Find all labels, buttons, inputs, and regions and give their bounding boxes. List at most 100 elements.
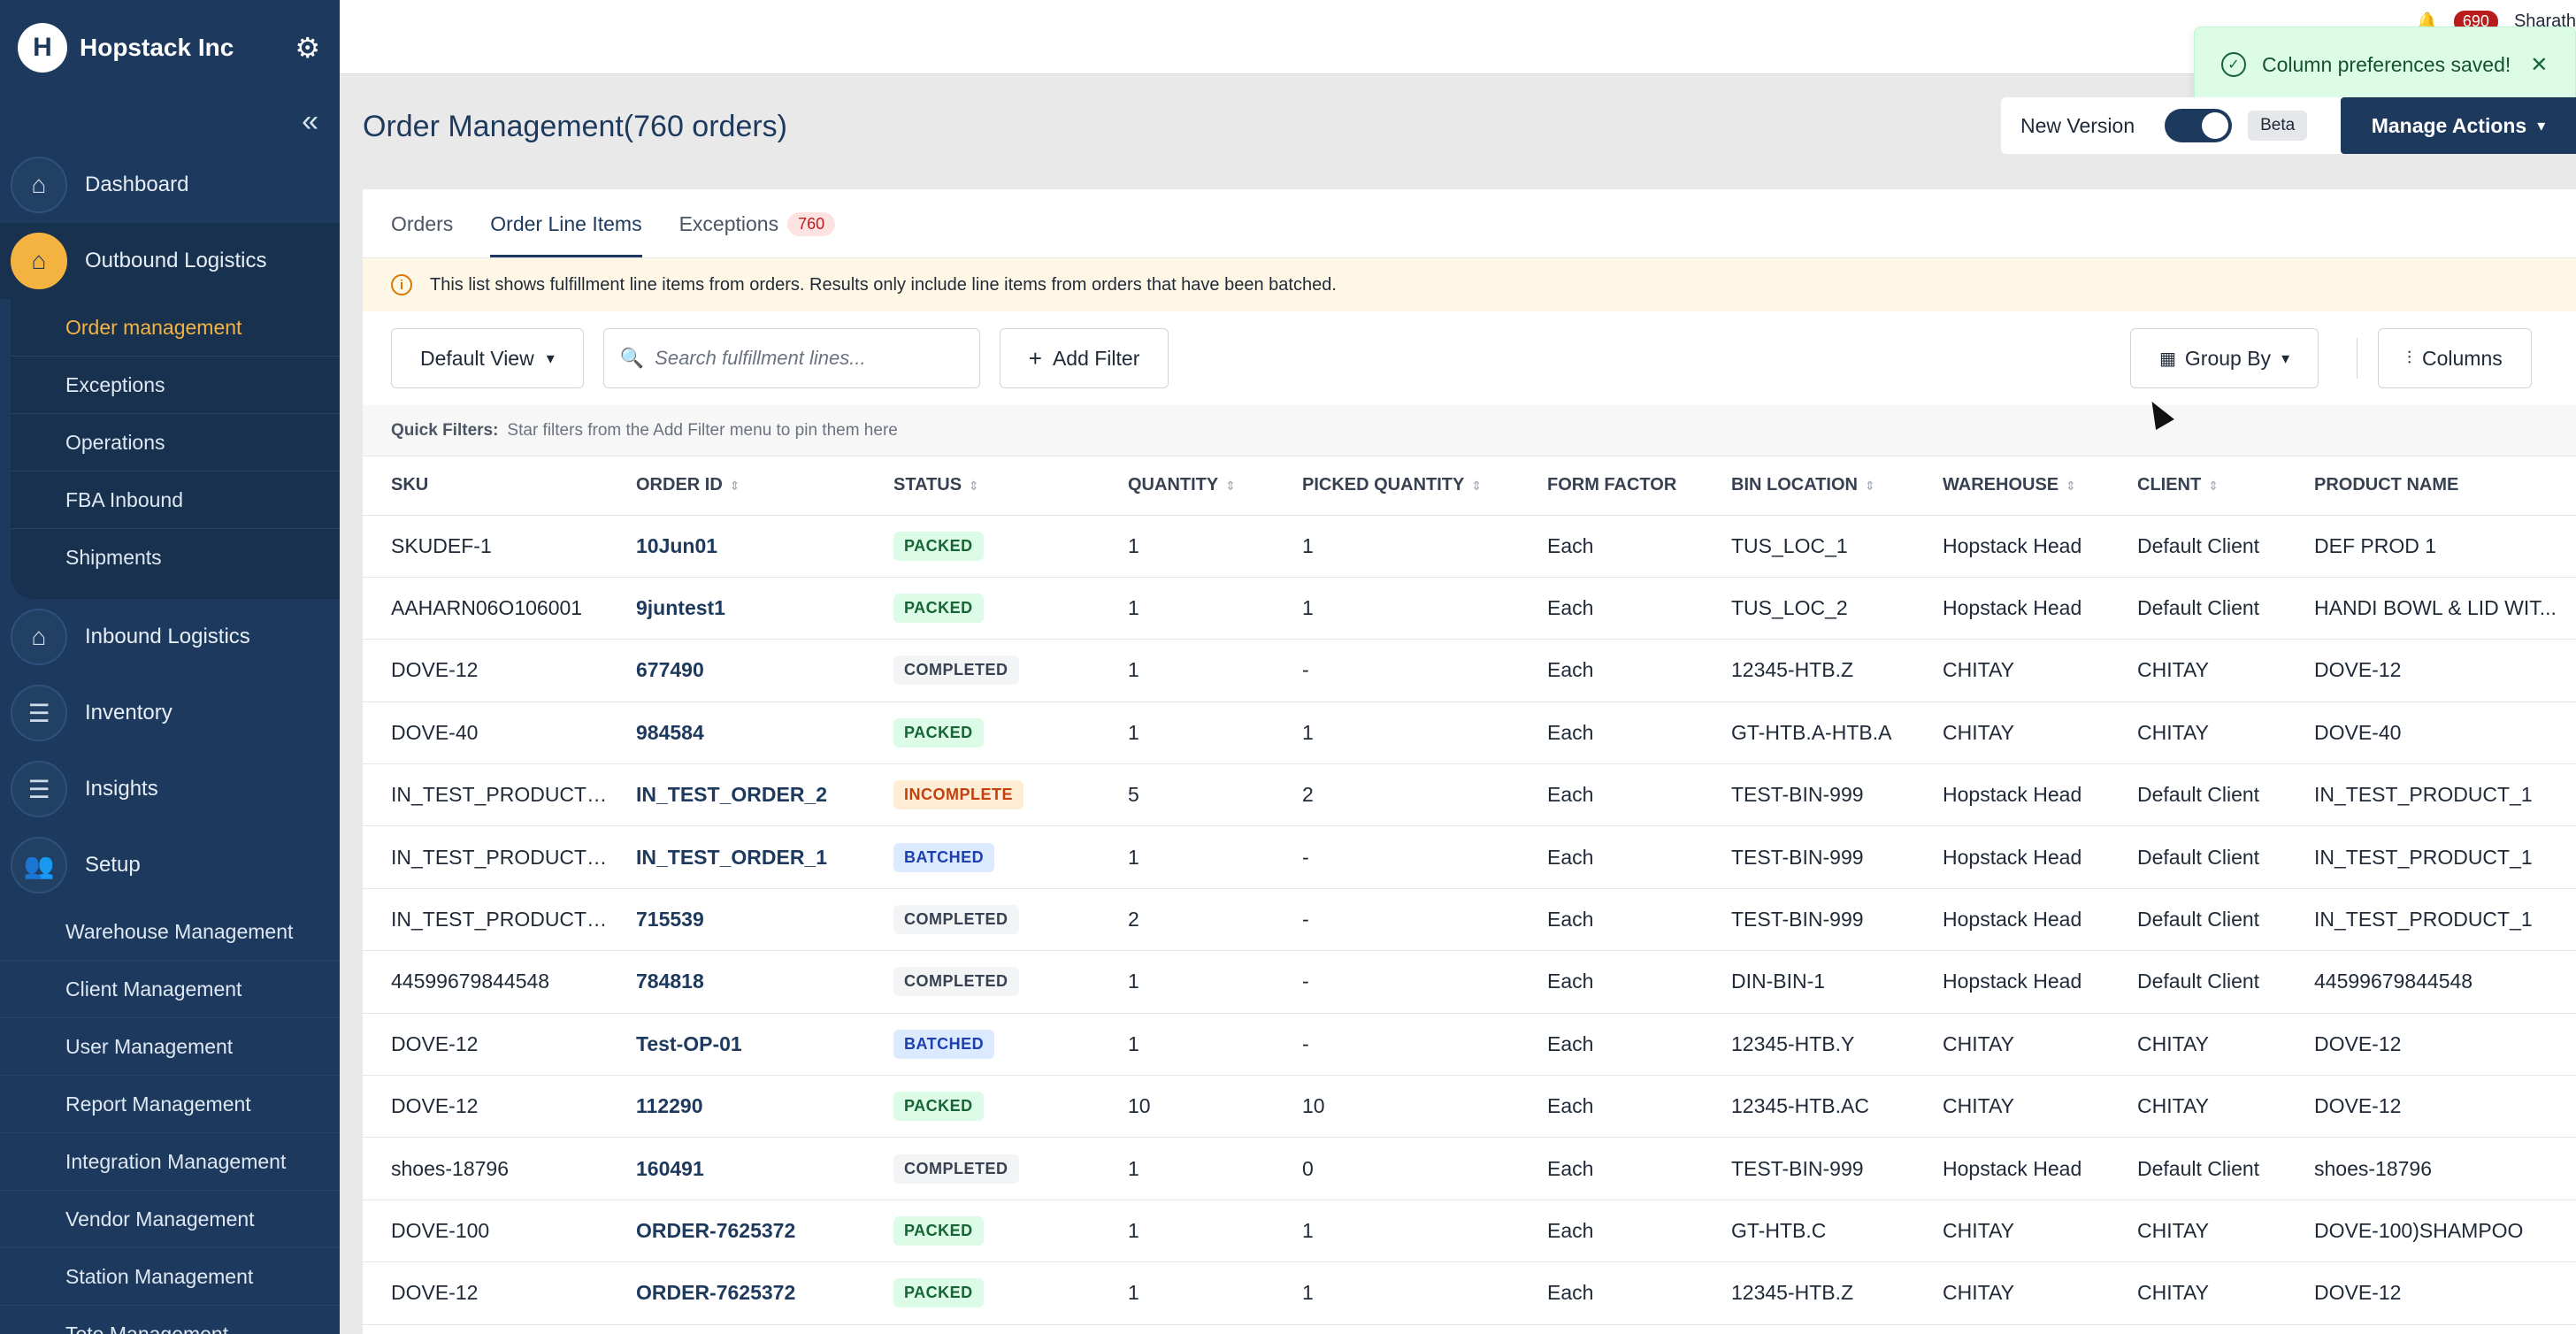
table-row[interactable]: shoes-18796 160491 COMPLETED 1 0 Each TEST-BIN… <box>363 1137 2576 1200</box>
tab-orders[interactable]: Orders <box>391 212 453 257</box>
add-filter-button[interactable]: + Add Filter <box>999 328 1169 388</box>
column-header[interactable]: STATUS ⇕ <box>865 456 1100 516</box>
table-row[interactable]: DOVE-12 ORDER-7625372 PACKED 1 1 Each 12345-HT… <box>363 1261 2576 1325</box>
manage-actions-button[interactable]: Manage Actions ▾ <box>2341 97 2576 154</box>
table-cell: Each <box>1519 702 1703 765</box>
table-row[interactable]: 44599679844548 784818 COMPLETED 1- Each DIN-B… <box>363 950 2576 1014</box>
columns-button[interactable]: ⫶ Columns <box>2378 328 2532 388</box>
table-cell[interactable]: 9juntest1 <box>608 577 865 640</box>
table-row[interactable]: IN_TEST_PRODUCT_1 715539 COMPLETED 2- Each TE… <box>363 888 2576 952</box>
table-row[interactable]: DOVE-12 112290 PACKED 10 10 Each 12345-HTB.AC C… <box>363 1075 2576 1138</box>
sidebar-subitem-fba-inbound[interactable]: FBA Inbound <box>11 472 340 529</box>
table-cell: Each <box>1519 1137 1703 1200</box>
table-cell: Hopstack Head <box>1914 515 2109 578</box>
table-cell: DOVE-12 <box>2286 639 2576 702</box>
table-cell: - <box>1274 1013 1519 1077</box>
table-cell: PACKED <box>865 702 1100 765</box>
sidebar-subitem-vendor-management[interactable]: Vendor Management <box>0 1191 340 1248</box>
column-header[interactable]: QUANTITY ⇕ <box>1100 456 1274 516</box>
table-cell[interactable]: 715539 <box>608 888 865 952</box>
table-cell: Each <box>1519 950 1703 1014</box>
table-cell: 2 <box>1274 763 1519 827</box>
table-row[interactable]: SKUDEF-1 10Jun01 PACKED 1 1 Each TUS_LOC_1 Hops… <box>363 515 2576 578</box>
sort-icon[interactable]: ⇕ <box>730 479 740 493</box>
sidebar-item-outbound-logistics[interactable]: ⌂ Outbound Logistics <box>0 223 340 299</box>
table-cell: DOVE-100 <box>363 1200 608 1263</box>
sidebar-subitem-operations[interactable]: Operations <box>11 414 340 472</box>
sidebar-subitem-station-management[interactable]: Station Management <box>0 1248 340 1306</box>
sliders-icon: ⫶ <box>2407 348 2411 368</box>
tab-order-line-items[interactable]: Order Line Items <box>490 212 642 257</box>
new-version-toggle-box: New Version Beta <box>2001 97 2346 154</box>
table-cell[interactable]: Test-OP-01 <box>608 1013 865 1077</box>
gear-icon[interactable]: ⚙ <box>295 31 320 65</box>
sort-icon[interactable]: ⇕ <box>1471 479 1482 493</box>
table-row[interactable]: IN_TEST_PRODUCT_1 IN_TEST_ORDER_2 INCOMPLE… <box>363 763 2576 827</box>
sidebar-subitem-user-management[interactable]: User Management <box>0 1018 340 1076</box>
sidebar-item-inventory[interactable]: ☰ Inventory <box>0 675 340 751</box>
sort-icon[interactable]: ⇕ <box>1225 479 1236 493</box>
sidebar-subitem-exceptions[interactable]: Exceptions <box>11 356 340 414</box>
sort-icon[interactable]: ⇕ <box>1865 479 1875 493</box>
info-icon: i <box>391 274 412 295</box>
table-row[interactable]: IN_TEST_PRODUCT_1 IN_TEST_ORDER_1 BATCHED 1… <box>363 825 2576 889</box>
table-cell[interactable]: 160491 <box>608 1137 865 1200</box>
sidebar-item-setup[interactable]: 👥 Setup <box>0 827 340 903</box>
sort-icon[interactable]: ⇕ <box>969 479 979 493</box>
close-icon[interactable]: ✕ <box>2530 52 2548 78</box>
table-cell: Hopstack Head <box>1914 763 2109 827</box>
table-cell: CHITAY <box>1914 702 2109 765</box>
table-cell[interactable]: 984584 <box>608 702 865 765</box>
table-row[interactable]: DOVE-12 Test-OP-01 BATCHED 1- Each 12345-HTB.… <box>363 1013 2576 1077</box>
table-cell[interactable]: 112290 <box>608 1075 865 1138</box>
sidebar-item-insights[interactable]: ☰ Insights <box>0 751 340 827</box>
sidebar-subitem-report-management[interactable]: Report Management <box>0 1076 340 1133</box>
table-cell[interactable]: 677490 <box>608 639 865 702</box>
sidebar-item-inbound-logistics[interactable]: ⌂ Inbound Logistics <box>0 599 340 675</box>
column-header: FORM FACTOR <box>1519 456 1703 516</box>
table-cell: 12345-HTB.Y <box>1703 1013 1914 1077</box>
table-cell: PACKED <box>865 1075 1100 1138</box>
default-view-dropdown[interactable]: Default View ▾ <box>391 328 584 388</box>
column-header: PRODUCT NAME <box>2286 456 2576 516</box>
table-cell: CHITAY <box>2109 702 2286 765</box>
new-version-label: New Version <box>2020 113 2135 137</box>
table-row[interactable]: AAHARN06O106001 9juntest1 PACKED 1 1 Each TUS_… <box>363 577 2576 640</box>
sidebar-subitem-integration-management[interactable]: Integration Management <box>0 1133 340 1191</box>
table-cell[interactable]: IN_TEST_ORDER_1 <box>608 825 865 889</box>
column-header[interactable]: PICKED QUANTITY ⇕ <box>1274 456 1519 516</box>
chevron-down-icon: ▾ <box>2537 116 2546 134</box>
search-input[interactable] <box>655 347 974 370</box>
table-cell[interactable]: 784818 <box>608 950 865 1014</box>
info-text: This list shows fulfillment line items f… <box>430 274 1337 295</box>
status-badge: PACKED <box>893 594 984 624</box>
table-row[interactable]: DOVE-12 677490 COMPLETED 1- Each 12345-HTB.Z C… <box>363 639 2576 702</box>
table-cell[interactable]: IN_TEST_ORDER_2 <box>608 763 865 827</box>
sidebar-item-dashboard[interactable]: ⌂ Dashboard <box>0 147 340 223</box>
sidebar-subitem-order-management[interactable]: Order management <box>11 299 340 356</box>
table-cell[interactable]: ORDER-7625372 <box>608 1200 865 1263</box>
sidebar-subitem-tote-management[interactable]: Tote Management <box>0 1306 340 1334</box>
collapse-sidebar-icon[interactable]: « <box>0 96 340 147</box>
sidebar-subitem-client-management[interactable]: Client Management <box>0 961 340 1018</box>
tab-exceptions[interactable]: Exceptions 760 <box>679 212 836 257</box>
column-header[interactable]: BIN LOCATION ⇕ <box>1703 456 1914 516</box>
sort-icon[interactable]: ⇕ <box>2066 479 2076 493</box>
column-header[interactable]: WAREHOUSE ⇕ <box>1914 456 2109 516</box>
sort-icon[interactable]: ⇕ <box>2208 479 2219 493</box>
sidebar-subitem-warehouse-management[interactable]: Warehouse Management <box>0 903 340 961</box>
table-cell[interactable]: 10Jun01 <box>608 515 865 578</box>
group-by-dropdown[interactable]: ▦ Group By ▾ <box>2130 328 2319 388</box>
toast-notification: ✓ Column preferences saved! ✕ <box>2194 27 2576 103</box>
table-cell: DIN-BIN-1 <box>1703 950 1914 1014</box>
table-row[interactable]: DOVE-100 ORDER-7625372 PACKED 1 1 Each GT-HTB.… <box>363 1200 2576 1263</box>
table-row[interactable]: DOVE-40 984584 PACKED 1 1 Each GT-HTB.A-HTB.A C… <box>363 702 2576 765</box>
table-cell: - <box>1274 639 1519 702</box>
new-version-toggle[interactable] <box>2165 109 2233 142</box>
sidebar-subitem-shipments[interactable]: Shipments <box>11 529 340 586</box>
column-header: SKU <box>363 456 608 516</box>
table-cell[interactable]: ORDER-7625372 <box>608 1261 865 1325</box>
table-cell: COMPLETED <box>865 639 1100 702</box>
column-header[interactable]: ORDER ID ⇕ <box>608 456 865 516</box>
column-header[interactable]: CLIENT ⇕ <box>2109 456 2286 516</box>
